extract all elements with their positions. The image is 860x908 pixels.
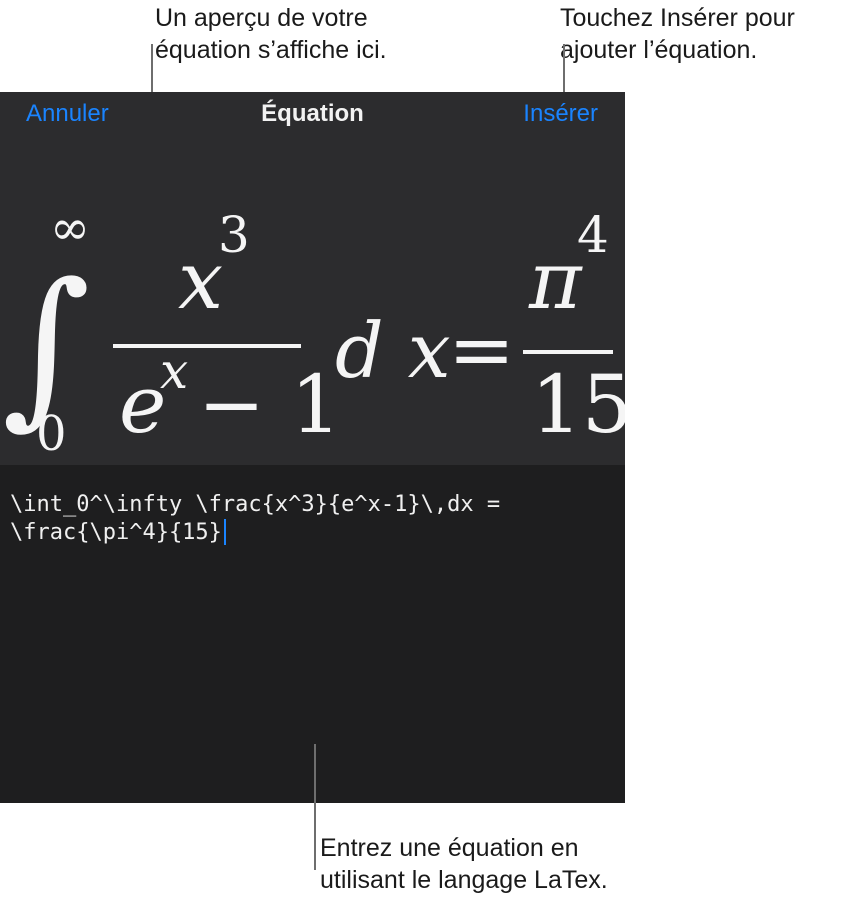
insert-button[interactable]: Insérer bbox=[523, 100, 598, 128]
equation-editor-panel: Annuler Équation Insérer ∫ ∞ 0 x 3 e x −… bbox=[0, 92, 625, 803]
equals-sign: = bbox=[448, 303, 515, 396]
rhs-fraction-bar bbox=[523, 350, 613, 354]
differential: d x bbox=[335, 306, 451, 395]
preview-callout-line1: Un aperçu de votre bbox=[155, 4, 368, 32]
latex-input[interactable]: \int_0^\infty \frac{x^3}{e^x-1}\,dx = \f… bbox=[10, 491, 620, 547]
denominator-exponent: x bbox=[160, 342, 188, 400]
integral-lower-limit: 0 bbox=[36, 406, 67, 462]
latex-line-1: \int_0^\infty \frac{x^3}{e^x-1}\,dx = bbox=[10, 492, 501, 517]
numerator-exponent: 3 bbox=[218, 206, 250, 264]
rhs-denominator: 15 bbox=[531, 358, 625, 451]
input-callout-line1: Entrez une équation en bbox=[320, 834, 579, 862]
equation-preview: ∫ ∞ 0 x 3 e x − 1 d x = π 4 15 bbox=[0, 142, 625, 465]
latex-input-area[interactable]: \int_0^\infty \frac{x^3}{e^x-1}\,dx = \f… bbox=[0, 465, 625, 803]
integral-upper-limit: ∞ bbox=[50, 200, 90, 256]
fraction-bar bbox=[113, 344, 301, 348]
text-cursor bbox=[223, 519, 226, 545]
input-callout-leader-line bbox=[314, 744, 316, 870]
preview-callout: Un aperçu de votre équation s’affiche ici… bbox=[155, 2, 387, 66]
preview-callout-line2: équation s’affiche ici. bbox=[155, 36, 387, 64]
rhs-numerator-exponent: 4 bbox=[577, 206, 609, 264]
input-callout: Entrez une équation en utilisant le langa… bbox=[320, 832, 608, 896]
nav-bar: Annuler Équation Insérer bbox=[0, 92, 625, 142]
equation-preview-render: ∫ ∞ 0 x 3 e x − 1 d x = π 4 15 bbox=[2, 200, 625, 462]
rhs-numerator-base: π bbox=[528, 234, 583, 327]
insert-callout-line1: Touchez Insérer pour bbox=[560, 4, 795, 32]
denominator-rest: − 1 bbox=[198, 358, 341, 451]
numerator-base: x bbox=[178, 234, 223, 327]
insert-callout-line2: ajouter l’équation. bbox=[560, 36, 758, 64]
insert-callout: Touchez Insérer pour ajouter l’équation. bbox=[560, 2, 795, 66]
latex-line-2: \frac{\pi^4}{15} bbox=[10, 520, 222, 545]
input-callout-line2: utilisant le langage LaTex. bbox=[320, 866, 608, 894]
